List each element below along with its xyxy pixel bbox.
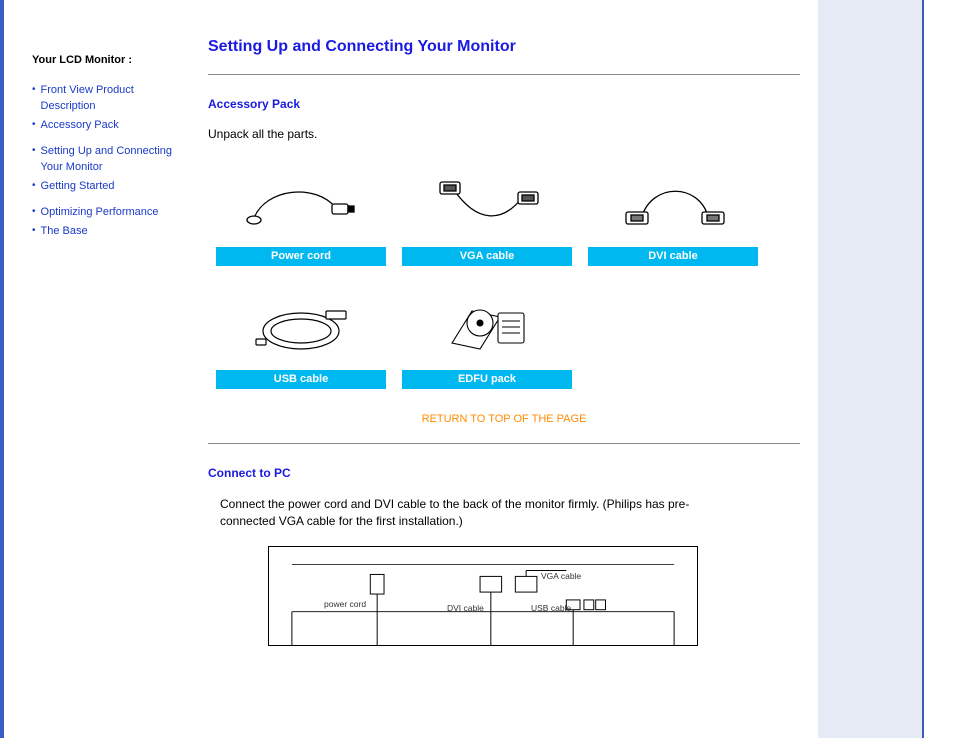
accessory-grid-2: USB cable EDFU pack: [208, 284, 800, 389]
accessory-dvi-cable: DVI cable: [580, 161, 766, 266]
sidebar-link[interactable]: Accessory Pack: [41, 118, 119, 134]
accessory-heading: Accessory Pack: [208, 97, 800, 111]
accessory-vga-cable: VGA cable: [394, 161, 580, 266]
diagram-label-vga: VGA cable: [541, 571, 581, 581]
accessory-intro: Unpack all the parts.: [208, 127, 800, 141]
sidebar-link[interactable]: Getting Started: [41, 179, 115, 195]
dvi-cable-icon: [608, 167, 738, 239]
accessory-label: Power cord: [216, 247, 386, 266]
sidebar: Your LCD Monitor : • Front View Product …: [20, 28, 190, 738]
connect-text: Connect the power cord and DVI cable to …: [220, 496, 740, 530]
sidebar-item-getting-started[interactable]: • Getting Started: [32, 179, 180, 195]
bullet-icon: •: [32, 224, 36, 239]
accessory-label: USB cable: [216, 370, 386, 389]
diagram-label-dvi: DVI cable: [447, 603, 484, 613]
accessory-usb-cable: USB cable: [208, 284, 394, 389]
sidebar-item-setting-up[interactable]: • Setting Up and Connecting Your Monitor: [32, 144, 180, 176]
sidebar-item-accessory-pack[interactable]: • Accessory Pack: [32, 118, 180, 134]
sidebar-title: Your LCD Monitor :: [32, 53, 180, 69]
divider: [208, 74, 800, 75]
diagram-label-power: power cord: [324, 599, 366, 609]
bullet-icon: •: [32, 83, 36, 98]
sidebar-link[interactable]: Front View Product Description: [41, 83, 180, 115]
vga-cable-icon: [422, 167, 552, 239]
main-content: Setting Up and Connecting Your Monitor A…: [190, 28, 820, 738]
accessory-label: EDFU pack: [402, 370, 572, 389]
divider: [208, 443, 800, 444]
diagram-label-usb: USB cable: [531, 603, 571, 613]
accessory-empty: [580, 284, 766, 389]
return-to-top-link[interactable]: RETURN TO TOP OF THE PAGE: [208, 413, 800, 425]
accessory-grid: Power cord VGA cable DVI cable: [208, 161, 800, 266]
sidebar-link[interactable]: Optimizing Performance: [41, 205, 159, 221]
edfu-pack-icon: [422, 290, 552, 362]
bullet-icon: •: [32, 118, 36, 133]
bullet-icon: •: [32, 179, 36, 194]
sidebar-item-optimizing[interactable]: • Optimizing Performance: [32, 205, 180, 221]
bullet-icon: •: [32, 205, 36, 220]
accessory-label: VGA cable: [402, 247, 572, 266]
sidebar-item-front-view[interactable]: • Front View Product Description: [32, 83, 180, 115]
accessory-power-cord: Power cord: [208, 161, 394, 266]
monitor-rear-diagram: power cord DVI cable VGA cable USB cable: [268, 546, 698, 646]
accessory-label: DVI cable: [588, 247, 758, 266]
page-title: Setting Up and Connecting Your Monitor: [208, 38, 800, 56]
sidebar-item-the-base[interactable]: • The Base: [32, 224, 180, 240]
bullet-icon: •: [32, 144, 36, 159]
power-cord-icon: [236, 167, 366, 239]
sidebar-link[interactable]: Setting Up and Connecting Your Monitor: [41, 144, 180, 176]
sidebar-link[interactable]: The Base: [41, 224, 88, 240]
connect-heading: Connect to PC: [208, 466, 800, 480]
accessory-edfu-pack: EDFU pack: [394, 284, 580, 389]
usb-cable-icon: [236, 290, 366, 362]
